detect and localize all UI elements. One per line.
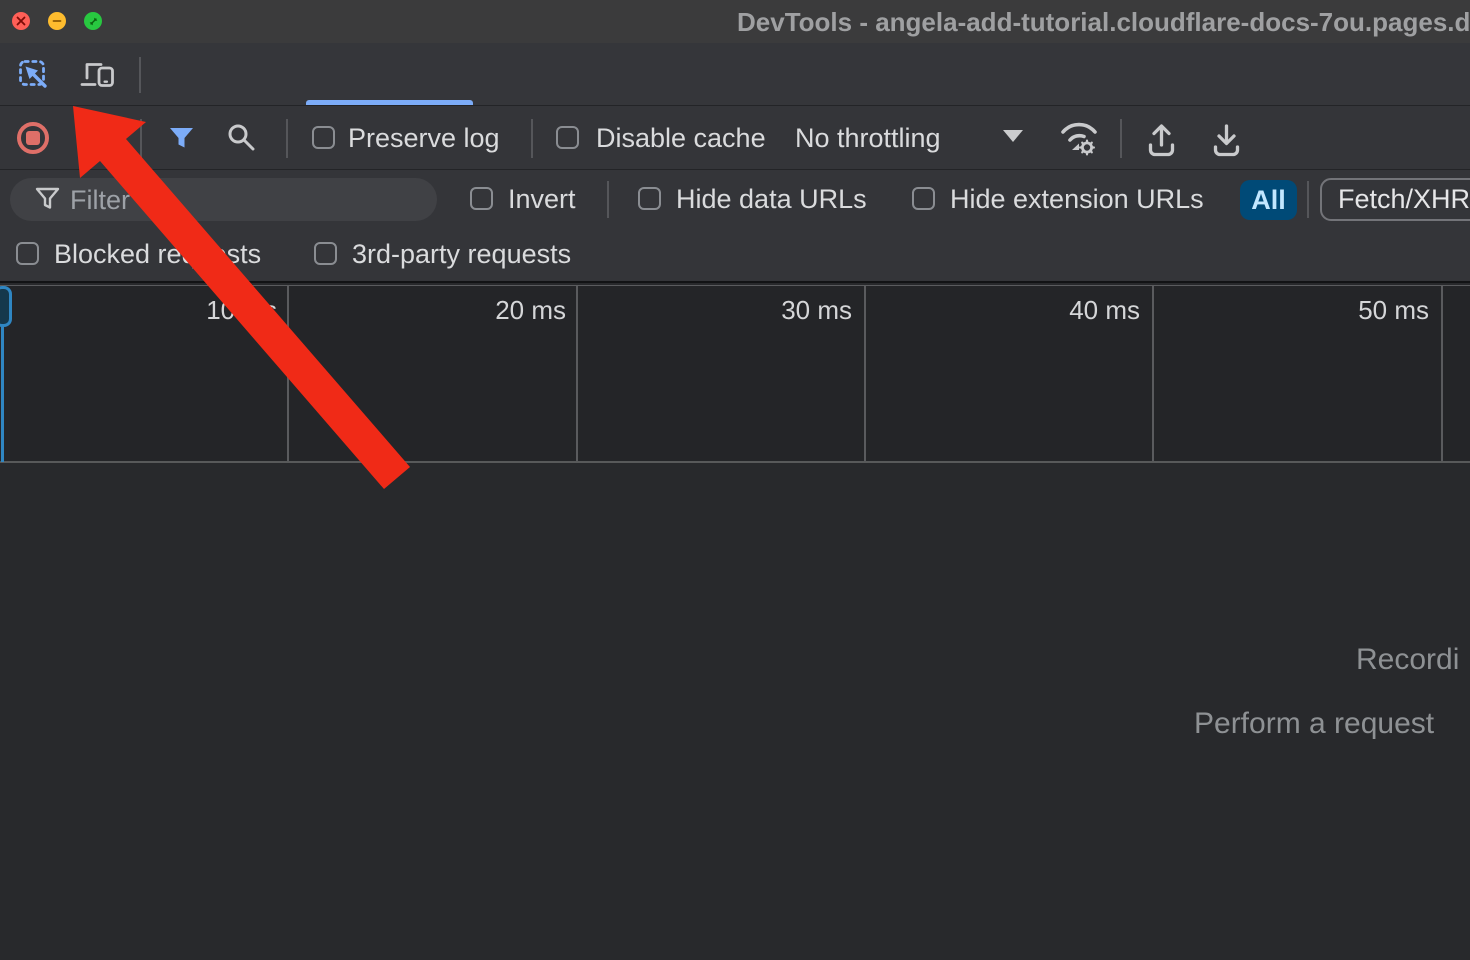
minimize-icon[interactable] [48,12,66,30]
network-conditions-icon[interactable] [1055,116,1101,158]
filter-toggle-icon[interactable] [168,126,195,151]
timeline-tick: 10 ms [137,295,277,326]
record-icon-inner [26,131,40,145]
hide-data-urls-label: Hide data URLs [676,184,867,215]
separator [1120,119,1122,158]
timeline-tick: 40 ms [1000,295,1140,326]
third-party-requests-label: 3rd-party requests [352,239,571,270]
separator [139,57,141,93]
empty-state-perform-text: Perform a request [1194,707,1434,741]
blocked-requests-label: Blocked requests [54,239,261,270]
device-toolbar-icon[interactable] [79,59,116,91]
hide-data-urls-checkbox[interactable] [638,187,661,210]
timeline-divider [287,286,289,461]
active-tab-underline [306,100,473,105]
separator [286,119,288,158]
zoom-icon[interactable] [84,12,102,30]
hide-extension-urls-checkbox[interactable] [912,187,935,210]
timeline-divider [1152,286,1154,461]
third-party-requests-checkbox[interactable] [314,242,337,265]
timeline-tick: 50 ms [1289,295,1429,326]
preserve-log-label: Preserve log [348,123,500,154]
separator [531,119,533,158]
close-icon[interactable] [12,12,30,30]
overview-drag-handle[interactable] [0,286,12,327]
separator [140,119,142,158]
timeline-tick: 20 ms [426,295,566,326]
window-titlebar: DevTools - angela-add-tutorial.cloudflar… [0,0,1470,43]
filter-input-funnel-icon [35,187,60,211]
overview-selection-line [1,326,4,462]
separator [607,181,609,218]
import-har-icon[interactable] [1143,118,1180,159]
window-title: DevTools - angela-add-tutorial.cloudflar… [737,7,1470,38]
hide-extension-urls-label: Hide extension URLs [950,184,1204,215]
invert-label: Invert [508,184,576,215]
timeline-tick: 30 ms [712,295,852,326]
requests-panel: Recordi Perform a request [0,463,1470,960]
timeline-divider [576,286,578,461]
invert-checkbox[interactable] [470,187,493,210]
throttling-value: No throttling [795,123,941,153]
filter-type-all-button[interactable]: All [1240,180,1297,220]
inspect-icon[interactable] [17,58,51,92]
disable-cache-checkbox[interactable] [556,126,579,149]
empty-state-recording-text: Recordi [1356,643,1459,677]
timeline-divider [864,286,866,461]
export-har-icon[interactable] [1208,118,1245,159]
separator [1307,181,1309,218]
disable-cache-label: Disable cache [596,123,766,154]
filter-type-fetch-xhr-button[interactable]: Fetch/XHR [1320,178,1470,221]
timeline-divider [1441,286,1443,461]
preserve-log-checkbox[interactable] [312,126,335,149]
blocked-requests-checkbox[interactable] [16,242,39,265]
network-overview-timeline[interactable]: 10 ms 20 ms 30 ms 40 ms 50 ms [0,285,1470,463]
dropdown-caret-icon [1003,130,1023,142]
clear-icon[interactable] [81,125,108,152]
filter-input[interactable] [68,180,402,221]
search-icon[interactable] [226,122,257,153]
devtools-window: DevTools - angela-add-tutorial.cloudflar… [0,0,1470,960]
devtools-tabbar: Console Network Sources Performance Memo… [0,43,1470,106]
